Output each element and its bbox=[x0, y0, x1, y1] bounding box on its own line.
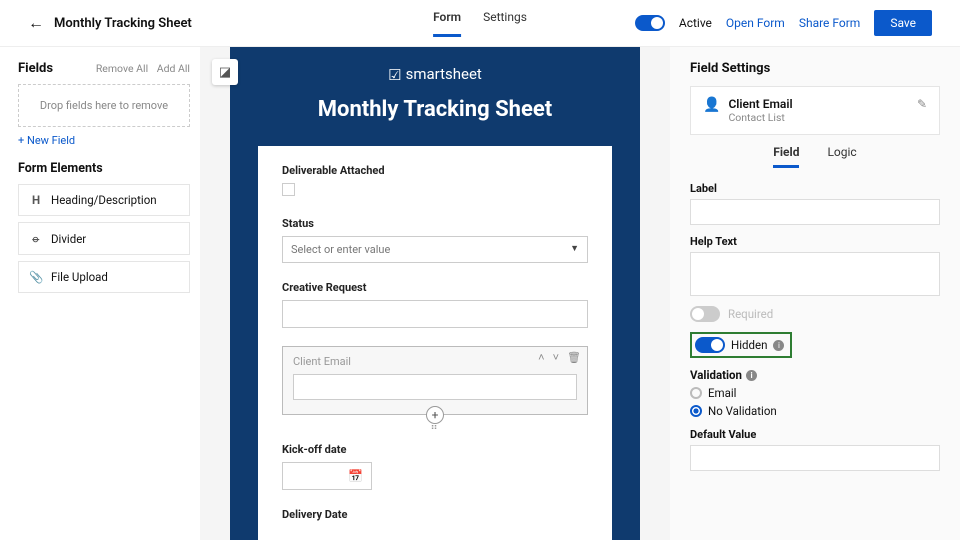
field-status[interactable]: Status Select or enter value ▼ bbox=[282, 217, 588, 263]
element-divider[interactable]: ⦵ Divider bbox=[18, 222, 190, 255]
top-right-actions: Active Open Form Share Form Save bbox=[635, 10, 932, 36]
field-label: Client Email bbox=[293, 355, 577, 368]
label-label: Label bbox=[690, 182, 940, 195]
field-delivery-date[interactable]: Delivery Date bbox=[282, 508, 588, 521]
status-select[interactable]: Select or enter value ▼ bbox=[282, 236, 588, 263]
element-label: File Upload bbox=[51, 270, 108, 284]
palette-icon: ◪ bbox=[219, 65, 231, 80]
brand-text: smartsheet bbox=[406, 65, 482, 83]
divider-icon: ⦵ bbox=[29, 231, 43, 246]
required-label: Required bbox=[728, 307, 773, 321]
info-icon[interactable]: i bbox=[773, 340, 784, 351]
top-bar: ← Monthly Tracking Sheet Form Settings A… bbox=[0, 0, 960, 46]
fields-heading: Fields bbox=[18, 61, 53, 76]
fields-dropzone[interactable]: Drop fields here to remove bbox=[18, 84, 190, 127]
heading-icon: H bbox=[29, 193, 43, 207]
creative-request-input[interactable] bbox=[282, 300, 588, 328]
radio-icon[interactable] bbox=[690, 387, 702, 399]
field-client-email-selected[interactable]: ˄ ˅ 🗑 Client Email + ⠿ bbox=[282, 346, 588, 433]
hidden-toggle[interactable] bbox=[695, 337, 725, 353]
validation-email-row[interactable]: Email bbox=[690, 386, 940, 400]
left-panel: Fields Remove All Add All Drop fields he… bbox=[0, 47, 200, 540]
main-columns: Fields Remove All Add All Drop fields he… bbox=[0, 46, 960, 540]
open-form-link[interactable]: Open Form bbox=[726, 16, 785, 30]
help-text-input[interactable] bbox=[690, 252, 940, 296]
calendar-icon: 📅 bbox=[348, 469, 363, 483]
field-label: Delivery Date bbox=[282, 508, 588, 521]
field-label: Deliverable Attached bbox=[282, 164, 588, 177]
attachment-icon: 📎 bbox=[29, 270, 43, 284]
brand-mark-icon: ☑ bbox=[388, 66, 401, 84]
field-label: Creative Request bbox=[282, 281, 588, 294]
radio-selected-icon[interactable] bbox=[690, 405, 702, 417]
form-elements-heading: Form Elements bbox=[18, 161, 190, 176]
active-toggle[interactable] bbox=[635, 15, 665, 31]
element-file-upload[interactable]: 📎 File Upload bbox=[18, 261, 190, 293]
checkbox-icon[interactable] bbox=[282, 183, 295, 196]
select-placeholder: Select or enter value bbox=[291, 243, 390, 256]
hidden-label: Hidden bbox=[731, 338, 767, 352]
add-all-link[interactable]: Add All bbox=[157, 62, 190, 75]
caret-down-icon: ▼ bbox=[570, 243, 579, 254]
tab-settings[interactable]: Settings bbox=[483, 10, 527, 37]
form-body: Deliverable Attached Status Select or en… bbox=[258, 146, 612, 540]
edit-pencil-icon[interactable]: ✎ bbox=[917, 97, 927, 111]
selected-field-box: 👤 Client Email Contact List ✎ bbox=[690, 86, 940, 135]
move-down-icon[interactable]: ˅ bbox=[553, 351, 559, 364]
new-field-link[interactable]: + New Field bbox=[18, 134, 75, 147]
help-text-label: Help Text bbox=[690, 235, 940, 248]
center-panel: ◪ ☑ smartsheet Monthly Tracking Sheet Del… bbox=[200, 47, 670, 540]
share-form-link[interactable]: Share Form bbox=[799, 16, 861, 30]
info-icon[interactable]: i bbox=[746, 370, 757, 381]
subtab-field[interactable]: Field bbox=[773, 145, 799, 168]
document-title: Monthly Tracking Sheet bbox=[54, 16, 192, 31]
element-heading-description[interactable]: H Heading/Description bbox=[18, 184, 190, 216]
tab-form[interactable]: Form bbox=[433, 10, 461, 37]
hidden-highlight: Hidden i bbox=[690, 332, 792, 358]
field-settings-heading: Field Settings bbox=[690, 61, 940, 76]
kickoff-date-input[interactable]: 📅 bbox=[282, 462, 372, 490]
element-label: Heading/Description bbox=[51, 193, 157, 207]
client-email-input[interactable] bbox=[293, 374, 577, 400]
form-preview: ☑ smartsheet Monthly Tracking Sheet Deliv… bbox=[230, 47, 640, 540]
validation-heading: Validation i bbox=[690, 368, 940, 382]
selected-field-type: Contact List bbox=[728, 111, 792, 124]
field-creative-request[interactable]: Creative Request bbox=[282, 281, 588, 328]
remove-all-link[interactable]: Remove All bbox=[96, 62, 148, 75]
main-tabs: Form Settings bbox=[433, 10, 527, 37]
move-up-icon[interactable]: ˄ bbox=[538, 351, 544, 364]
field-label: Kick-off date bbox=[282, 443, 588, 456]
form-title: Monthly Tracking Sheet bbox=[230, 91, 640, 146]
validation-none-row[interactable]: No Validation bbox=[690, 404, 940, 418]
brand-logo: ☑ smartsheet bbox=[230, 47, 640, 91]
selected-field-name: Client Email bbox=[728, 97, 792, 111]
validation-label: Validation bbox=[690, 368, 742, 382]
delete-icon[interactable]: 🗑 bbox=[567, 351, 581, 364]
subtab-logic[interactable]: Logic bbox=[827, 145, 856, 168]
theme-button[interactable]: ◪ bbox=[212, 59, 238, 85]
field-label: Status bbox=[282, 217, 588, 230]
field-deliverable-attached[interactable]: Deliverable Attached bbox=[282, 164, 588, 199]
label-input[interactable] bbox=[690, 199, 940, 225]
required-row: Required bbox=[690, 306, 940, 322]
default-value-input[interactable] bbox=[690, 445, 940, 471]
hidden-row: Hidden i bbox=[690, 332, 940, 358]
active-label: Active bbox=[679, 16, 712, 30]
person-icon: 👤 bbox=[703, 97, 720, 113]
default-value-label: Default Value bbox=[690, 428, 940, 441]
validation-email-label: Email bbox=[708, 386, 736, 400]
element-label: Divider bbox=[51, 232, 86, 246]
field-kickoff-date[interactable]: Kick-off date 📅 bbox=[282, 443, 588, 490]
right-panel: Field Settings 👤 Client Email Contact Li… bbox=[670, 47, 960, 540]
required-toggle[interactable] bbox=[690, 306, 720, 322]
save-button[interactable]: Save bbox=[874, 10, 932, 36]
validation-none-label: No Validation bbox=[708, 404, 777, 418]
back-arrow-icon[interactable]: ← bbox=[28, 13, 44, 33]
add-field-button[interactable]: + bbox=[426, 406, 444, 424]
settings-subtabs: Field Logic bbox=[690, 145, 940, 168]
